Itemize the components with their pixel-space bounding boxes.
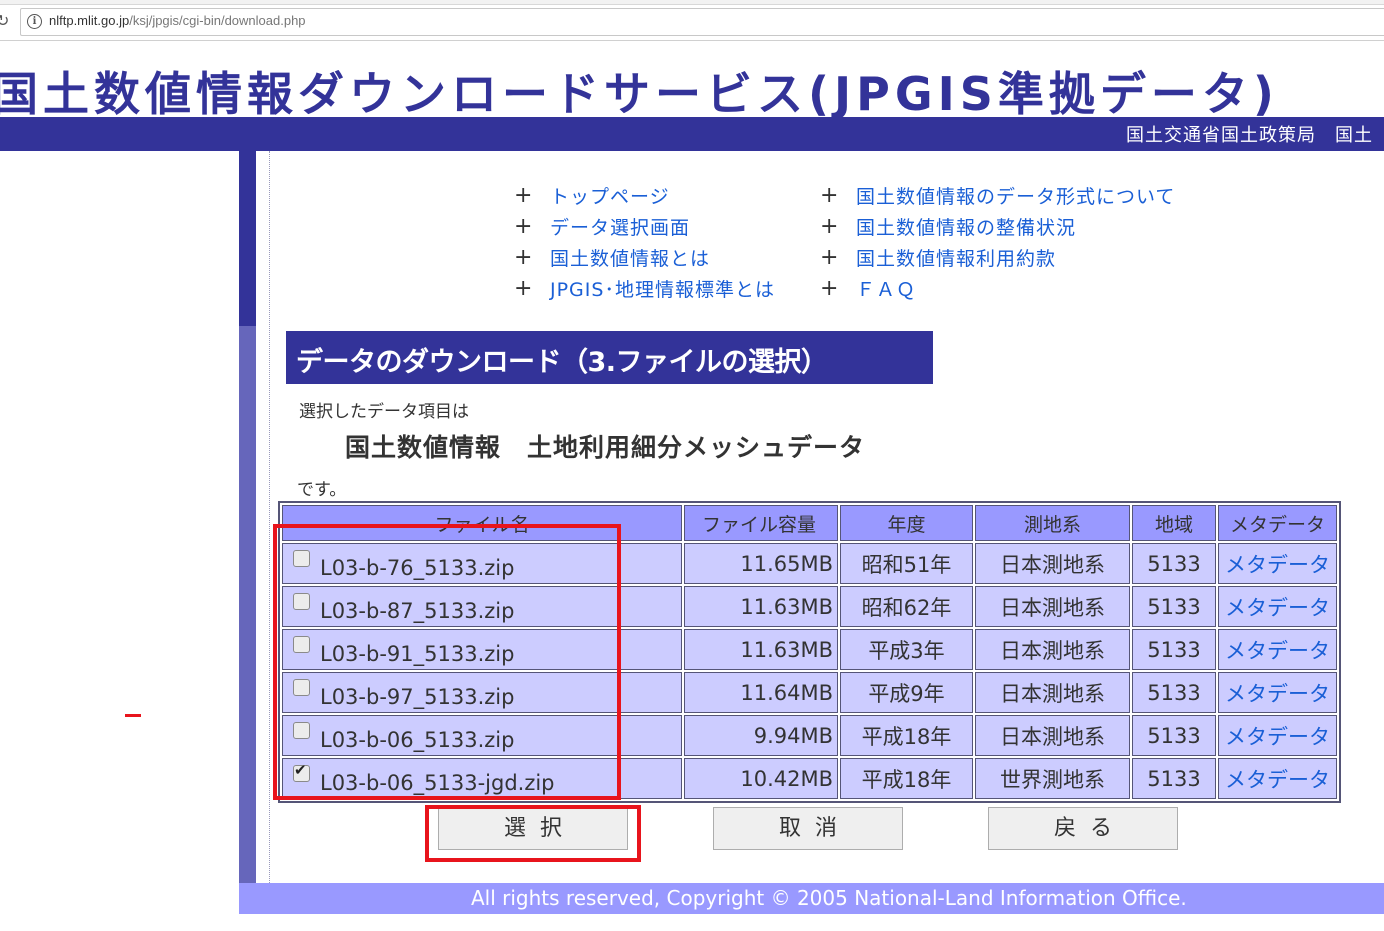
plus-icon: + xyxy=(820,214,839,239)
metadata-cell: メタデータ xyxy=(1218,543,1337,584)
file-year: 平成3年 xyxy=(840,629,973,670)
url-field[interactable]: i nlftp.mlit.go.jp/ksj/jpgis/cgi-bin/dow… xyxy=(20,8,1384,36)
nav-item: + JPGIS･地理情報標準とは xyxy=(514,273,775,304)
file-area: 5133 xyxy=(1132,672,1216,713)
intro-text: 選択したデータ項目は xyxy=(299,402,469,422)
file-year: 平成18年 xyxy=(840,758,973,799)
plus-icon: + xyxy=(820,183,839,208)
nav-link-data-select[interactable]: データ選択画面 xyxy=(550,213,690,240)
metadata-link[interactable]: メタデータ xyxy=(1225,639,1330,663)
nav-item: + ＦＡＱ xyxy=(820,273,1175,304)
file-year: 平成9年 xyxy=(840,672,973,713)
file-size: 11.65MB xyxy=(684,543,838,584)
back-button[interactable]: 戻る xyxy=(988,807,1178,850)
nav-item: + データ選択画面 xyxy=(514,211,775,242)
left-column-bar xyxy=(239,151,256,326)
metadata-link[interactable]: メタデータ xyxy=(1225,596,1330,620)
cancel-button[interactable]: 取消 xyxy=(713,807,903,850)
nav-item: + 国土数値情報のデータ形式について xyxy=(820,180,1175,211)
plus-icon: + xyxy=(514,245,533,270)
nav-link-data-format[interactable]: 国土数値情報のデータ形式について xyxy=(856,182,1175,209)
file-datum: 世界測地系 xyxy=(975,758,1130,799)
info-icon[interactable]: i xyxy=(27,14,42,29)
reload-icon[interactable]: ↻ xyxy=(0,11,9,30)
metadata-link[interactable]: メタデータ xyxy=(1225,682,1330,706)
column-header-area: 地域 xyxy=(1132,505,1216,541)
file-datum: 日本測地系 xyxy=(975,543,1130,584)
nav-item: + 国土数値情報の整備状況 xyxy=(820,211,1175,242)
file-datum: 日本測地系 xyxy=(975,715,1130,756)
file-datum: 日本測地系 xyxy=(975,586,1130,627)
outro-text: です。 xyxy=(297,480,347,500)
nav-link-jpgis[interactable]: JPGIS･地理情報標準とは xyxy=(550,275,775,302)
file-area: 5133 xyxy=(1132,629,1216,670)
ministry-name: 国土交通省国土政策局 国土 xyxy=(1126,125,1373,146)
nav-links-left: + トップページ + データ選択画面 + 国土数値情報とは + JPGIS･地理情報標準… xyxy=(514,180,775,304)
file-size: 10.42MB xyxy=(684,758,838,799)
column-divider xyxy=(269,151,270,885)
file-size: 11.63MB xyxy=(684,586,838,627)
file-area: 5133 xyxy=(1132,543,1216,584)
file-area: 5133 xyxy=(1132,715,1216,756)
file-year: 昭和62年 xyxy=(840,586,973,627)
red-dash-mark xyxy=(125,714,141,717)
plus-icon: + xyxy=(514,183,533,208)
nav-item: + トップページ xyxy=(514,180,775,211)
nav-link-terms[interactable]: 国土数値情報利用約款 xyxy=(856,244,1056,271)
nav-link-status[interactable]: 国土数値情報の整備状況 xyxy=(856,213,1076,240)
file-area: 5133 xyxy=(1132,586,1216,627)
metadata-link[interactable]: メタデータ xyxy=(1225,768,1330,792)
highlight-box-select-button xyxy=(425,805,641,862)
section-title: データのダウンロード（3.ファイルの選択） xyxy=(296,347,828,378)
copyright-text: All rights reserved, Copyright © 2005 Na… xyxy=(471,886,1187,910)
url-text: nlftp.mlit.go.jp/ksj/jpgis/cgi-bin/downl… xyxy=(49,13,306,28)
left-column-bar-light xyxy=(239,326,256,886)
nav-item: + 国土数値情報利用約款 xyxy=(820,242,1175,273)
metadata-cell: メタデータ xyxy=(1218,672,1337,713)
dataset-name: 国土数値情報 土地利用細分メッシュデータ xyxy=(345,433,866,462)
nav-item: + 国土数値情報とは xyxy=(514,242,775,273)
file-datum: 日本測地系 xyxy=(975,629,1130,670)
metadata-cell: メタデータ xyxy=(1218,629,1337,670)
nav-link-top-page[interactable]: トップページ xyxy=(550,182,670,209)
file-size: 11.64MB xyxy=(684,672,838,713)
site-title: 国土数値情報ダウンロードサービス(JPGIS準拠データ) xyxy=(0,67,1279,121)
plus-icon: + xyxy=(514,214,533,239)
column-header-size: ファイル容量 xyxy=(684,505,838,541)
url-path: /ksj/jpgis/cgi-bin/download.php xyxy=(129,13,306,28)
header-bar: 国土交通省国土政策局 国土 xyxy=(0,117,1384,151)
plus-icon: + xyxy=(820,276,839,301)
file-size: 9.94MB xyxy=(684,715,838,756)
column-header-year: 年度 xyxy=(840,505,973,541)
browser-tab-strip xyxy=(0,0,1384,5)
file-year: 昭和51年 xyxy=(840,543,973,584)
highlight-box-files xyxy=(273,524,621,800)
nav-link-about[interactable]: 国土数値情報とは xyxy=(550,244,710,271)
file-year: 平成18年 xyxy=(840,715,973,756)
footer-bar: All rights reserved, Copyright © 2005 Na… xyxy=(239,883,1384,914)
browser-address-bar: ↻ i nlftp.mlit.go.jp/ksj/jpgis/cgi-bin/d… xyxy=(0,0,1384,41)
section-header: データのダウンロード（3.ファイルの選択） xyxy=(286,331,933,384)
file-size: 11.63MB xyxy=(684,629,838,670)
plus-icon: + xyxy=(820,245,839,270)
metadata-link[interactable]: メタデータ xyxy=(1225,725,1330,749)
file-area: 5133 xyxy=(1132,758,1216,799)
column-header-metadata: メタデータ xyxy=(1218,505,1337,541)
column-header-datum: 測地系 xyxy=(975,505,1130,541)
plus-icon: + xyxy=(514,276,533,301)
metadata-cell: メタデータ xyxy=(1218,715,1337,756)
file-datum: 日本測地系 xyxy=(975,672,1130,713)
metadata-cell: メタデータ xyxy=(1218,586,1337,627)
url-host: nlftp.mlit.go.jp xyxy=(49,13,130,28)
nav-links-right: + 国土数値情報のデータ形式について + 国土数値情報の整備状況 + 国土数値情報利用… xyxy=(820,180,1175,304)
nav-link-faq[interactable]: ＦＡＱ xyxy=(856,275,916,302)
metadata-link[interactable]: メタデータ xyxy=(1225,553,1330,577)
metadata-cell: メタデータ xyxy=(1218,758,1337,799)
